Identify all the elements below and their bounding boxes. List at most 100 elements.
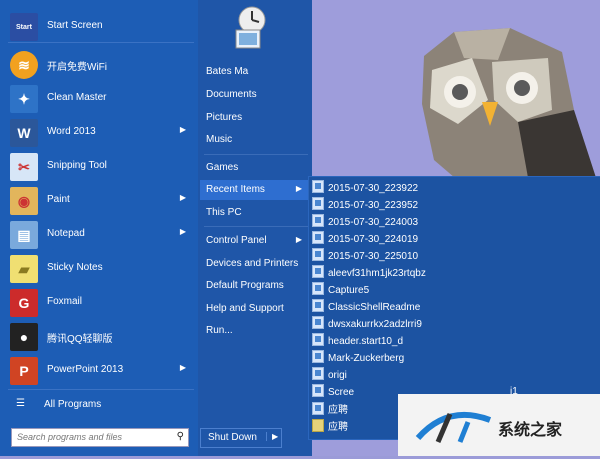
program-label: 开启免费WiFi xyxy=(47,62,107,73)
menu-this-pc[interactable]: This PC xyxy=(206,207,306,223)
program-qq[interactable]: ● 腾讯QQ轻聊版 xyxy=(8,320,194,351)
recent-item[interactable]: Capture5 xyxy=(312,282,369,298)
archive-file-icon xyxy=(312,419,324,432)
submenu-arrow-icon: ▶ xyxy=(179,227,186,236)
search-input[interactable]: Search programs and files ⚲ xyxy=(11,428,189,447)
program-paint[interactable]: ◉ Paint ▶ xyxy=(8,184,194,215)
menu-label: Control Panel xyxy=(206,235,267,246)
program-snipping-tool[interactable]: ✂ Snipping Tool xyxy=(8,150,194,181)
program-label: Notepad xyxy=(47,228,85,239)
program-label: PowerPoint 2013 xyxy=(47,364,124,375)
recent-item[interactable]: Scree xyxy=(312,384,354,400)
search-icon: ⚲ xyxy=(176,431,184,442)
recent-item-label: 2015-07-30_225010 xyxy=(328,251,419,262)
recent-item-label: 2015-07-30_224003 xyxy=(328,217,419,228)
program-wifi[interactable]: ≋ 开启免费WiFi xyxy=(8,48,194,79)
image-file-icon xyxy=(312,282,324,295)
recent-item[interactable]: 2015-07-30_223952 xyxy=(312,197,418,213)
menu-pictures[interactable]: Pictures xyxy=(206,112,306,128)
recent-item-label: aleevf31hm1jk23rtqbz xyxy=(328,268,426,279)
recent-item[interactable]: 2015-07-30_224003 xyxy=(312,214,418,230)
menu-recent-items[interactable]: Recent Items ▶ xyxy=(206,184,306,200)
recent-item[interactable]: header.start10_d xyxy=(312,333,403,349)
all-programs-label: All Programs xyxy=(44,399,102,410)
menu-label: Bates Ma xyxy=(206,66,249,77)
watermark-text: 系统之家 xyxy=(498,422,563,439)
program-powerpoint[interactable]: P PowerPoint 2013 ▶ xyxy=(8,354,194,385)
image-file-icon xyxy=(312,299,324,312)
watermark-logo-icon xyxy=(415,411,492,443)
image-file-icon xyxy=(312,316,324,329)
menu-help-support[interactable]: Help and Support xyxy=(206,303,306,319)
qq-icon: ● xyxy=(10,323,38,351)
submenu-arrow-icon: ▶ xyxy=(295,235,302,244)
submenu-arrow-icon: ▶ xyxy=(179,363,186,372)
recent-item-label: 2015-07-30_224019 xyxy=(328,234,419,245)
search-placeholder: Search programs and files xyxy=(17,432,123,442)
program-label: 腾讯QQ轻聊版 xyxy=(47,334,113,345)
recent-item[interactable]: dwsxakurrkx2adzlrri9 xyxy=(312,316,422,332)
image-file-icon xyxy=(312,384,324,397)
program-clean-master[interactable]: ✦ Clean Master xyxy=(8,82,194,113)
recent-item[interactable]: ClassicShellReadme xyxy=(312,299,420,315)
image-file-icon xyxy=(312,231,324,244)
program-foxmail[interactable]: G Foxmail xyxy=(8,286,194,317)
menu-label: Run... xyxy=(206,325,233,336)
menu-documents[interactable]: Documents xyxy=(206,89,306,105)
program-start-screen[interactable]: Start Start Screen xyxy=(8,10,194,41)
separator xyxy=(8,389,194,390)
program-word[interactable]: W Word 2013 ▶ xyxy=(8,116,194,147)
recent-item-label: ClassicShellReadme xyxy=(328,302,421,313)
program-label: Start Screen xyxy=(47,20,103,31)
program-label: Paint xyxy=(47,194,70,205)
user-picture[interactable] xyxy=(228,4,268,52)
program-label: Snipping Tool xyxy=(47,160,107,171)
image-file-icon xyxy=(312,248,324,261)
shutdown-button[interactable]: Shut Down ▶ xyxy=(200,428,282,448)
clock-photo-icon xyxy=(235,6,266,49)
recent-item-label: header.start10_d xyxy=(328,336,404,347)
recent-item[interactable]: origi xyxy=(312,367,347,383)
sticky-note-icon: ▰ xyxy=(10,255,38,283)
menu-label: Recent Items xyxy=(206,184,265,195)
menu-label: Pictures xyxy=(206,112,243,123)
menu-devices-printers[interactable]: Devices and Printers xyxy=(206,258,306,274)
recent-item[interactable]: Mark-Zuckerberg xyxy=(312,350,404,366)
recent-item-label: Capture5 xyxy=(328,285,370,296)
powerpoint-icon: P xyxy=(10,357,38,385)
image-file-icon xyxy=(312,333,324,346)
start-screen-icon: Start xyxy=(10,13,38,41)
menu-user[interactable]: Bates Ma xyxy=(206,66,306,82)
menu-music[interactable]: Music xyxy=(206,134,306,150)
program-label: Word 2013 xyxy=(47,126,96,137)
recent-item[interactable]: 2015-07-30_225010 xyxy=(312,248,418,264)
recent-item-label: 应聘 xyxy=(328,422,348,433)
recent-item[interactable]: aleevf31hm1jk23rtqbz xyxy=(312,265,426,281)
menu-games[interactable]: Games xyxy=(206,162,306,178)
menu-default-programs[interactable]: Default Programs xyxy=(206,280,306,296)
program-sticky-notes[interactable]: ▰ Sticky Notes xyxy=(8,252,194,283)
recent-item[interactable]: 应聘 xyxy=(312,401,348,417)
shutdown-options-arrow-icon[interactable]: ▶ xyxy=(266,432,278,441)
program-notepad[interactable]: ▤ Notepad ▶ xyxy=(8,218,194,249)
menu-label: Games xyxy=(206,162,239,173)
recent-item[interactable]: 应聘 xyxy=(312,418,348,434)
wifi-icon: ≋ xyxy=(10,51,38,79)
menu-control-panel[interactable]: Control Panel ▶ xyxy=(206,235,306,251)
program-label: Clean Master xyxy=(47,92,107,103)
recent-item-label: origi xyxy=(328,370,347,381)
word-icon: W xyxy=(10,119,38,147)
recent-item[interactable]: 2015-07-30_223922 xyxy=(312,180,418,196)
menu-run[interactable]: Run... xyxy=(206,325,306,341)
separator xyxy=(8,42,194,43)
submenu-arrow-icon: ▶ xyxy=(295,184,302,193)
menu-label: Devices and Printers xyxy=(206,258,299,269)
image-file-icon xyxy=(312,197,324,210)
notepad-icon: ▤ xyxy=(10,221,38,249)
menu-label: Music xyxy=(206,134,233,145)
recent-item-label: Scree xyxy=(328,387,355,398)
submenu-arrow-icon: ▶ xyxy=(179,125,186,134)
recent-item[interactable]: 2015-07-30_224019 xyxy=(312,231,418,247)
all-programs-button[interactable]: ☰ All Programs xyxy=(8,394,194,414)
image-file-icon xyxy=(312,367,324,380)
